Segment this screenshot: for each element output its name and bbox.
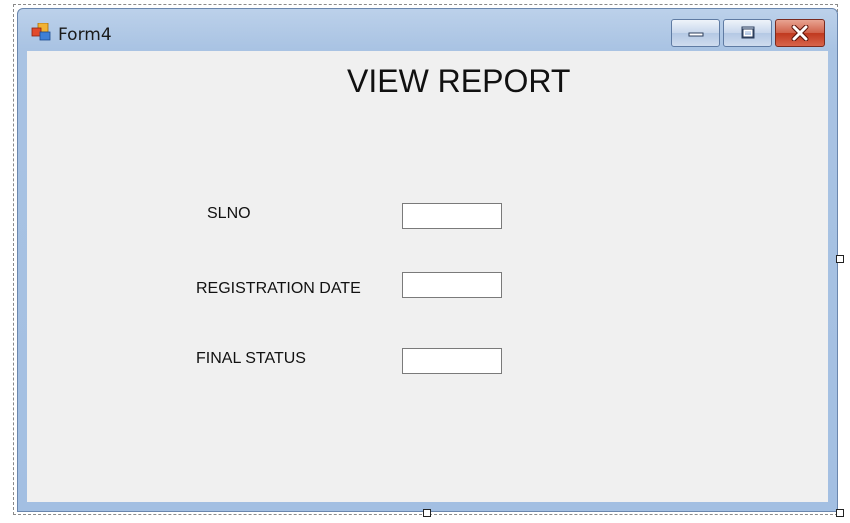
resize-handle-bottom-right[interactable] (836, 509, 844, 517)
minimize-icon (688, 32, 703, 37)
registration-date-label: REGISTRATION DATE (196, 280, 361, 297)
title-bar[interactable]: Form4 (18, 9, 837, 51)
application-icon (31, 23, 51, 41)
final-status-input[interactable] (402, 348, 502, 374)
resize-handle-right[interactable] (836, 255, 844, 263)
close-icon (791, 25, 809, 41)
form-window: Form4 VIEW REPORT SLNO REGISTRATION DATE (17, 8, 838, 512)
close-button[interactable] (775, 19, 825, 47)
slno-input[interactable] (402, 203, 502, 229)
page-title: VIEW REPORT (347, 63, 571, 99)
window-title: Form4 (58, 25, 112, 45)
minimize-button[interactable] (671, 19, 720, 47)
registration-date-input[interactable] (402, 272, 502, 298)
maximize-icon (741, 26, 754, 39)
form-client-area: VIEW REPORT SLNO REGISTRATION DATE FINAL… (27, 51, 828, 502)
final-status-label: FINAL STATUS (196, 350, 306, 367)
resize-handle-bottom[interactable] (423, 509, 431, 517)
maximize-button[interactable] (723, 19, 772, 47)
slno-label: SLNO (207, 205, 251, 222)
